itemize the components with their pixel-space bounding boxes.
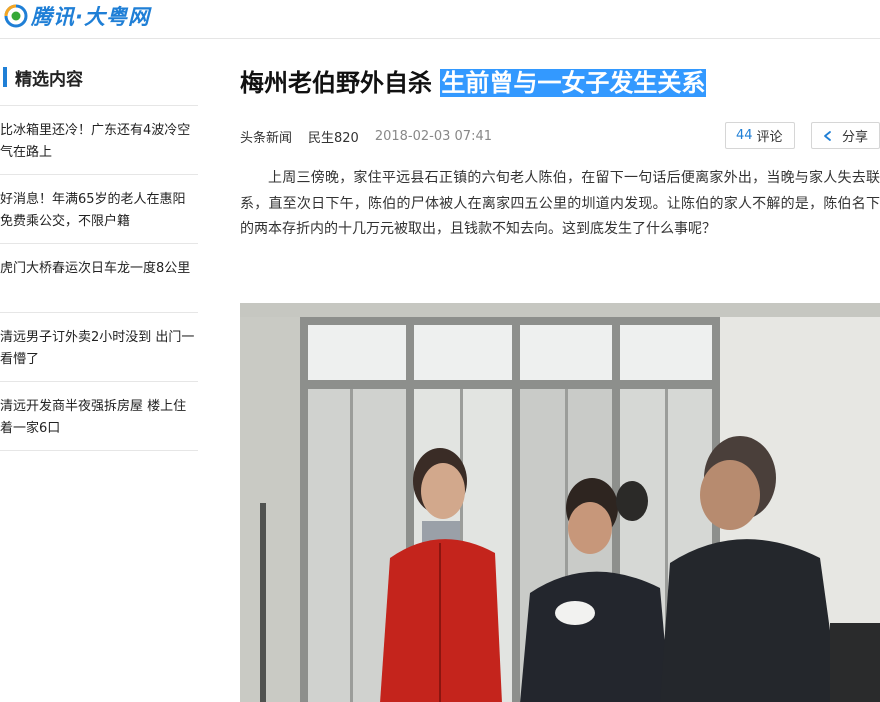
featured-list: 比冰箱里还冷！广东还有4波冷空气在路上 好消息！年满65岁的老人在惠阳免费乘公交… [0, 105, 198, 451]
featured-link[interactable]: 好消息！年满65岁的老人在惠阳免费乘公交，不限户籍 [0, 175, 198, 244]
share-icon [822, 130, 834, 142]
article-time: 2018-02-03 07:41 [374, 128, 492, 144]
featured-sidebar: 精选内容 比冰箱里还冷！广东还有4波冷空气在路上 好消息！年满65岁的老人在惠阳… [0, 62, 198, 451]
news-photo [240, 303, 880, 702]
featured-link[interactable]: 比冰箱里还冷！广东还有4波冷空气在路上 [0, 106, 198, 175]
article-source[interactable]: 头条新闻 [240, 127, 292, 146]
logo-text: 腾讯·大粤网 [31, 5, 150, 29]
comment-label: 评论 [756, 130, 783, 145]
article-actions: 44 评论 分享 [725, 122, 880, 149]
article-category[interactable]: 民生820 [308, 127, 359, 146]
comment-button[interactable]: 44 评论 [725, 122, 795, 149]
article-title[interactable]: 梅州老伯野外自杀 生前曾与一女子发生关系 [240, 64, 880, 102]
sidebar-heading: 精选内容 [0, 62, 198, 92]
article: 梅州老伯野外自杀 生前曾与一女子发生关系 头条新闻 民生820 2018-02-… [240, 64, 880, 702]
tencent-logo-icon [3, 3, 29, 29]
site-logo[interactable]: 腾讯·大粤网 [3, 1, 150, 31]
featured-link[interactable]: 虎门大桥春运次日车龙一度8公里 [0, 244, 198, 313]
sidebar-title: 精选内容 [15, 69, 83, 90]
heading-accent-bar [3, 67, 7, 87]
featured-link[interactable]: 清远开发商半夜强拆房屋 楼上住着一家6口 [0, 382, 198, 451]
featured-link[interactable]: 清远男子订外卖2小时没到 出门一看懵了 [0, 313, 198, 382]
share-button[interactable]: 分享 [811, 122, 880, 149]
title-plain[interactable]: 梅州老伯野外自杀 [240, 69, 432, 97]
share-label: 分享 [842, 130, 869, 145]
title-selected-text[interactable]: 生前曾与一女子发生关系 [440, 69, 707, 97]
article-meta: 头条新闻 民生820 2018-02-03 07:41 44 评论 分享 [240, 122, 880, 150]
article-paragraph: 上周三傍晚，家住平远县石正镇的六旬老人陈伯，在留下一句话后便离家外出，当晚与家人… [240, 170, 880, 237]
comment-count: 44 [736, 128, 753, 143]
site-header: 腾讯·大粤网 [0, 0, 880, 39]
